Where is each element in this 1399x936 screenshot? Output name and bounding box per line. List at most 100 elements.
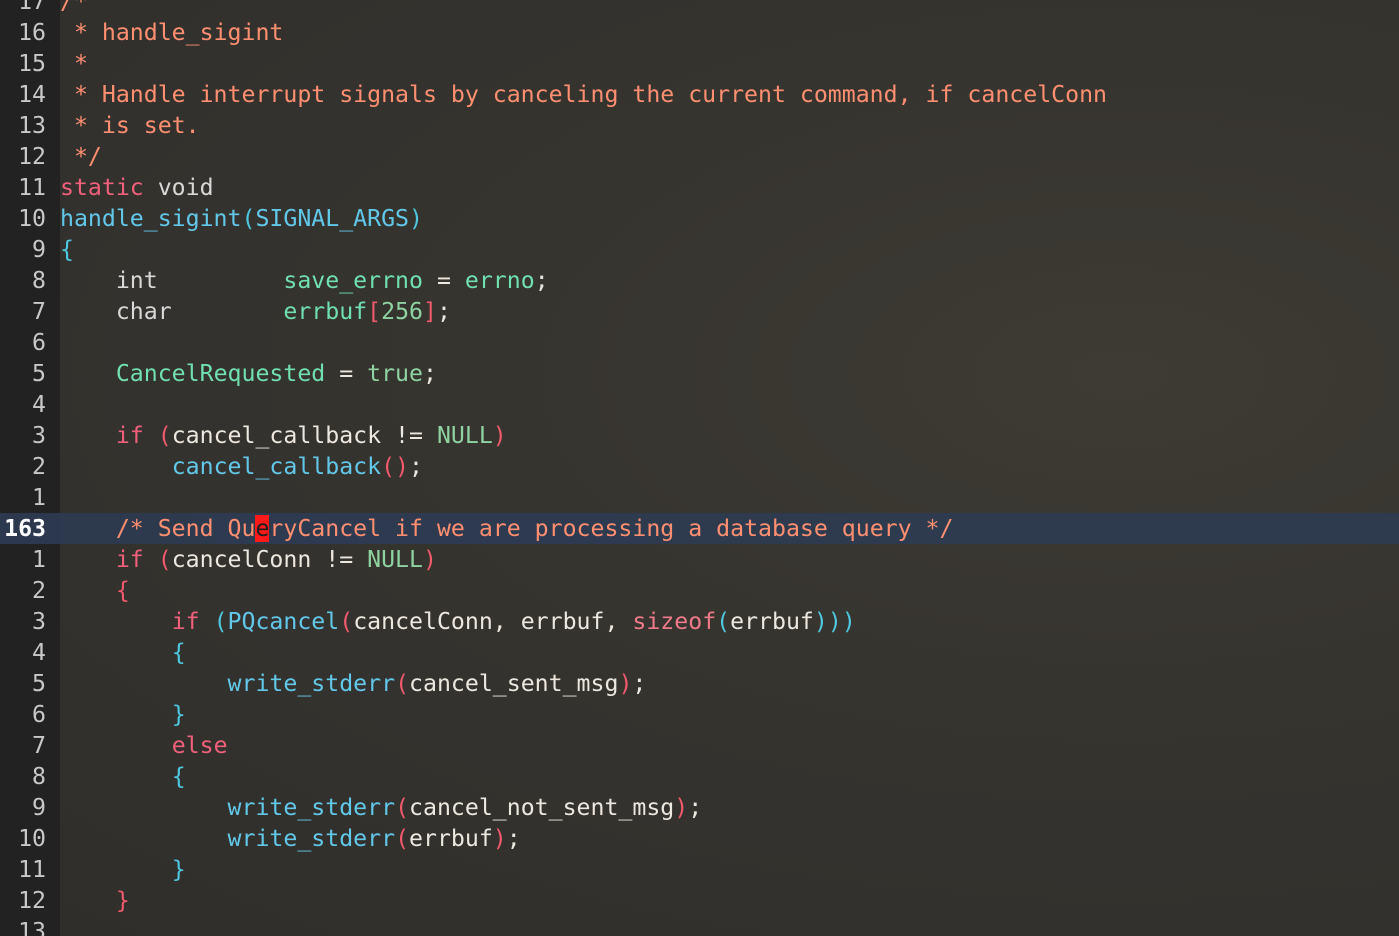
keyword-token: if: [171, 608, 200, 635]
brace-token: {: [115, 577, 130, 604]
line-number: 11: [18, 856, 46, 883]
code-line[interactable]: 11 static void: [0, 172, 1399, 203]
code-line[interactable]: 1: [0, 482, 1399, 513]
code-text: static void: [60, 172, 214, 203]
brace-token: {: [171, 639, 186, 666]
semicolon-token: ;: [436, 298, 451, 325]
code-line[interactable]: 2 cancel_callback();: [0, 451, 1399, 482]
line-number: 4: [32, 391, 46, 418]
code-text: *: [60, 50, 88, 77]
code-line[interactable]: 4 {: [0, 637, 1399, 668]
code-line[interactable]: 8 {: [0, 761, 1399, 792]
code-line[interactable]: 10 write_stderr(errbuf);: [0, 823, 1399, 854]
brace-token: }: [171, 856, 186, 883]
type-token: char: [115, 298, 172, 325]
code-text: * is set.: [60, 112, 200, 139]
argument-token: cancel_sent_msg: [409, 670, 619, 697]
paren-token: ): [492, 422, 507, 449]
semicolon-token: ;: [422, 360, 437, 387]
code-line[interactable]: 12 */: [0, 141, 1399, 172]
line-number: 14: [18, 81, 46, 108]
function-call-token: write_stderr: [227, 825, 396, 852]
line-number: 8: [32, 763, 46, 790]
code-line[interactable]: 9 write_stderr(cancel_not_sent_msg);: [0, 792, 1399, 823]
code-line[interactable]: 13 * is set.: [0, 110, 1399, 141]
line-number: 10: [18, 825, 46, 852]
code-line[interactable]: 1 if (cancelConn != NULL): [0, 544, 1399, 575]
code-line[interactable]: 3 if (cancel_callback != NULL): [0, 420, 1399, 451]
code-line[interactable]: 6 }: [0, 699, 1399, 730]
code-line[interactable]: 9 {: [0, 234, 1399, 265]
paren-token: ): [409, 205, 423, 232]
code-text: char errbuf[256];: [60, 296, 451, 327]
line-number: 3: [32, 608, 46, 635]
line-number: 2: [32, 577, 46, 604]
line-number: 17: [18, 0, 46, 15]
line-number: 7: [32, 298, 46, 325]
line-number: 12: [18, 887, 46, 914]
keyword-token: else: [171, 732, 228, 759]
line-number: 1: [32, 484, 46, 511]
code-text: write_stderr(errbuf);: [60, 823, 521, 854]
code-text: if (cancel_callback != NULL): [60, 420, 507, 451]
current-line[interactable]: 163 /* Send QueryCancel if we are proces…: [0, 513, 1399, 544]
paren-token: (: [395, 825, 410, 852]
code-line[interactable]: 11 }: [0, 854, 1399, 885]
paren-token: (: [395, 670, 410, 697]
bracket-token: ]: [423, 298, 437, 325]
current-line-number: 163: [4, 515, 46, 542]
comment-token: /* Send Qu: [115, 515, 256, 542]
code-text: }: [60, 699, 186, 730]
code-line[interactable]: 14 * Handle interrupt signals by canceli…: [0, 79, 1399, 110]
comment-token: ryCancel if we are processing a database…: [269, 515, 954, 542]
paren-token: ): [674, 794, 689, 821]
semicolon-token: ;: [534, 267, 549, 294]
argument-token: cancelConn, errbuf,: [353, 608, 633, 635]
keyword-token: sizeof: [632, 608, 717, 635]
variable-token: errno: [464, 267, 535, 294]
code-text: int save_errno = errno;: [60, 265, 549, 296]
code-line[interactable]: 7 char errbuf[256];: [0, 296, 1399, 327]
line-number: 9: [32, 236, 46, 263]
code-line[interactable]: 10 handle_sigint(SIGNAL_ARGS): [0, 203, 1399, 234]
code-line[interactable]: 12 }: [0, 885, 1399, 916]
code-line[interactable]: 13: [0, 916, 1399, 936]
line-number: 4: [32, 639, 46, 666]
code-line[interactable]: 5 write_stderr(cancel_sent_msg);: [0, 668, 1399, 699]
paren-token: ): [813, 608, 828, 635]
code-line[interactable]: 5 CancelRequested = true;: [0, 358, 1399, 389]
function-name-token: handle_sigint: [60, 205, 242, 232]
line-number: 7: [32, 732, 46, 759]
text-cursor[interactable]: e: [255, 515, 270, 542]
line-number: 15: [18, 50, 46, 77]
code-line[interactable]: 4: [0, 389, 1399, 420]
bracket-token: [: [367, 298, 382, 325]
code-editor[interactable]: 17 /* 16 * handle_sigint 15 * 14 * Handl…: [0, 0, 1399, 936]
code-line[interactable]: 16 * handle_sigint: [0, 17, 1399, 48]
constant-token: true: [367, 360, 423, 387]
paren-token: ): [618, 670, 633, 697]
line-number: 12: [18, 143, 46, 170]
line-number: 8: [32, 267, 46, 294]
code-line[interactable]: 3 if (PQcancel(cancelConn, errbuf, sizeo…: [0, 606, 1399, 637]
code-line[interactable]: 6: [0, 327, 1399, 358]
operator-token: =: [325, 360, 368, 387]
code-text: else: [60, 730, 228, 761]
variable-token: CancelRequested: [115, 360, 326, 387]
code-line[interactable]: 8 int save_errno = errno;: [0, 265, 1399, 296]
code-line[interactable]: 15 *: [0, 48, 1399, 79]
keyword-token: if: [115, 546, 144, 573]
paren-token: )): [827, 608, 856, 635]
code-line[interactable]: 17 /*: [0, 0, 1399, 17]
code-line[interactable]: 2 {: [0, 575, 1399, 606]
line-number: 2: [32, 453, 46, 480]
code-text: if (PQcancel(cancelConn, errbuf, sizeof(…: [60, 606, 856, 637]
line-number: 11: [18, 174, 46, 201]
function-call-token: PQcancel: [227, 608, 340, 635]
paren-token: (: [395, 794, 410, 821]
paren-token: (: [143, 422, 172, 449]
semicolon-token: ;: [506, 825, 521, 852]
function-call-token: write_stderr: [227, 794, 396, 821]
expression-token: cancel_callback !=: [171, 422, 437, 449]
code-line[interactable]: 7 else: [0, 730, 1399, 761]
